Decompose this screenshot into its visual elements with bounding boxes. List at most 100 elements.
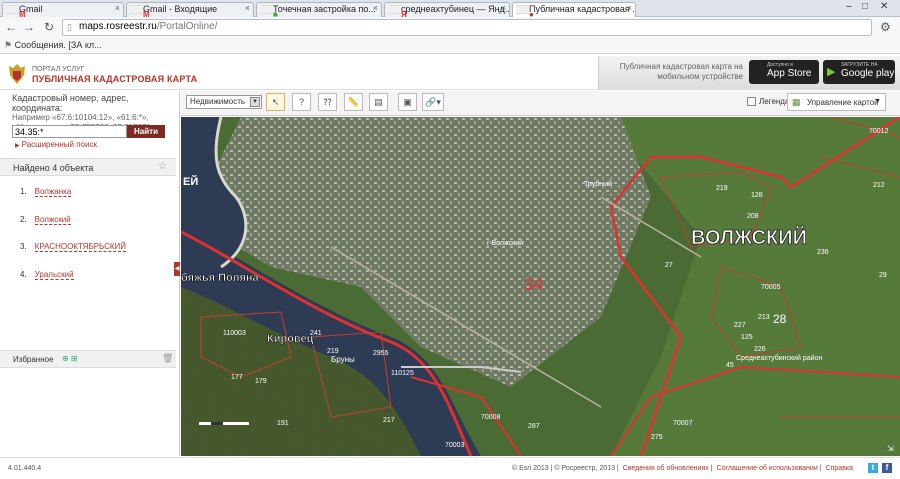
version: 4.01.440.4: [8, 465, 42, 472]
parcel-number: 212: [873, 182, 885, 189]
map-label-kirovets: Кировец: [267, 333, 314, 345]
result-item[interactable]: 1. Волжанка: [20, 187, 72, 197]
result-num: 1.: [20, 187, 27, 196]
browser-tab-kadastr[interactable]: ● Публичная кадастровая ... ×: [512, 2, 636, 17]
map-view[interactable]: ВОЛЖСКИЙ 34 28 бяжья Поляна Кировец Брун…: [181, 117, 900, 456]
parcel-number: 70005: [761, 284, 781, 291]
updates-link[interactable]: Сведения об обновлениях: [623, 465, 709, 472]
site-icon: ■: [260, 5, 278, 17]
browser-tab-gmail-inbox[interactable]: M Gmail - Входящие ×: [126, 2, 254, 17]
advanced-search-link[interactable]: ▶ Расширенный поиск: [15, 140, 97, 149]
parcel-number: 241: [310, 330, 322, 337]
browser-tab-bar: M Gmail × M Gmail - Входящие × ■ Точечна…: [0, 0, 900, 17]
agreement-link[interactable]: Соглашение об использовании: [717, 465, 818, 472]
close-icon[interactable]: ×: [115, 3, 120, 13]
trash-icon[interactable]: 🗑: [162, 353, 173, 364]
map-label-truby: Трубный: [584, 180, 612, 188]
bookmark-icon: ⚑: [4, 40, 15, 50]
facebook-icon[interactable]: f: [882, 463, 892, 473]
parcel-number: 128: [751, 192, 763, 199]
appstore-button[interactable]: Доступно в App Store: [749, 60, 819, 84]
map-label-district: Среднеахтубинский район: [736, 354, 822, 362]
triangle-icon: ▶: [15, 143, 20, 149]
layer-select-value: Недвижимость: [190, 97, 246, 106]
url-host: maps.rosreestr.ru: [79, 21, 157, 32]
result-num: 3.: [20, 242, 27, 251]
result-num: 4.: [20, 270, 27, 279]
select-tool-button[interactable]: ↖: [266, 93, 285, 111]
collapse-panel-handle[interactable]: ◀: [174, 262, 180, 276]
address-bar[interactable]: ▯ maps.rosreestr.ru/PortalOnline/: [62, 19, 872, 36]
minimize-icon[interactable]: –: [846, 1, 852, 12]
link-tool-button[interactable]: 🔗▾: [422, 93, 444, 111]
parcel-number: 27: [665, 262, 673, 269]
layer-select[interactable]: Недвижимость ▼: [186, 95, 262, 109]
legend-checkbox[interactable]: [747, 97, 756, 106]
resize-grip-icon[interactable]: ⇲: [887, 444, 894, 453]
results-header: Найдено 4 объекта: [0, 158, 176, 176]
identify-tool-button[interactable]: ?: [292, 93, 311, 111]
star-icon[interactable]: ☆: [158, 161, 167, 172]
result-link[interactable]: КРАСНООКТЯБРЬСКИЙ: [34, 242, 127, 252]
gplay-label: Google play: [841, 68, 895, 79]
portal-title[interactable]: ПУБЛИЧНАЯ КАДАСТРОВАЯ КАРТА: [32, 74, 197, 84]
parcel-number: 226: [754, 346, 766, 353]
favorites-header: Избранное: [0, 350, 176, 368]
bookmark-item[interactable]: ⚑ Сообщения. [ЗА кл...: [4, 40, 102, 51]
print-tool-button[interactable]: ▤: [369, 93, 388, 111]
result-link[interactable]: Уральский: [34, 270, 74, 280]
reload-icon[interactable]: ↻: [42, 20, 56, 34]
yandex-icon: Я: [388, 5, 407, 17]
satellite-map[interactable]: ВОЛЖСКИЙ 34 28 бяжья Поляна Кировец Брун…: [181, 117, 900, 456]
copyright: © Esri 2013 | © Росреестр, 2013 | Сведен…: [512, 465, 853, 472]
search-hint-title: Кадастровый номер, адрес, координата:: [12, 93, 129, 113]
result-item[interactable]: 4. Уральский: [20, 270, 74, 280]
close-icon[interactable]: ×: [627, 3, 632, 13]
measure-tool-button[interactable]: 📏: [344, 93, 363, 111]
result-num: 2.: [20, 215, 27, 224]
bookmarks-bar: ⚑ Сообщения. [ЗА кл...: [0, 38, 900, 54]
map-label-34: 34: [524, 275, 543, 294]
help-link[interactable]: Справка: [826, 465, 853, 472]
printer-icon: ▤: [374, 97, 383, 107]
browser-tab-zastroika[interactable]: ■ Точечная застройка по... ×: [256, 2, 382, 17]
forward-icon[interactable]: →: [22, 20, 36, 34]
parcel-number: 29: [879, 272, 887, 279]
area-question-icon: ⁇: [323, 97, 332, 107]
back-icon[interactable]: ←: [4, 20, 18, 34]
area-identify-button[interactable]: ⁇: [318, 93, 337, 111]
advanced-search-label: Расширенный поиск: [21, 140, 97, 149]
search-button[interactable]: Найти: [127, 125, 165, 138]
chevron-down-icon: ▼: [874, 98, 881, 105]
browser-tab-gmail[interactable]: M Gmail ×: [2, 2, 124, 17]
googleplay-button[interactable]: ▶ ЗАГРУЗИТЕ НА Google play: [823, 60, 895, 84]
search-input[interactable]: [12, 125, 127, 138]
map-control-dropdown[interactable]: ▦ Управление картой ▼: [787, 93, 886, 111]
browser-tab-yandex[interactable]: Я среднеахтубинец — Янд... ×: [384, 2, 510, 17]
result-link[interactable]: Волжский: [34, 215, 71, 225]
map-label-poliana: бяжья Поляна: [181, 272, 260, 284]
rosreestr-icon: ●: [516, 5, 534, 17]
ruler-icon: 📏: [347, 97, 360, 107]
result-item[interactable]: 3. КРАСНООКТЯБРЬСКИЙ: [20, 242, 127, 252]
parcel-number: 219: [327, 348, 339, 355]
tab-title: среднеахтубинец — Янд...: [401, 4, 510, 14]
wrench-icon[interactable]: ⚙: [880, 20, 891, 34]
legend-label[interactable]: Легенда: [759, 97, 789, 106]
tab-title: Gmail - Входящие: [143, 4, 218, 14]
result-link[interactable]: Волжанка: [34, 187, 72, 197]
page-icon: ▯: [67, 22, 72, 32]
url-path: /PortalOnline/: [156, 21, 218, 32]
twitter-icon[interactable]: t: [868, 463, 878, 473]
favorites-add-icon[interactable]: ⊕ ⊞: [62, 354, 78, 363]
maximize-icon[interactable]: □: [862, 1, 868, 12]
close-icon[interactable]: ×: [245, 3, 250, 13]
bookmark-tool-button[interactable]: ▣: [398, 93, 417, 111]
parcel-number: 70007: [673, 420, 693, 427]
close-window-icon[interactable]: ✕: [880, 1, 888, 12]
close-icon[interactable]: ×: [373, 3, 378, 13]
portal-subtitle: ПОРТАЛ УСЛУГ: [32, 66, 85, 73]
parcel-number: 275: [651, 434, 663, 441]
result-item[interactable]: 2. Волжский: [20, 215, 71, 225]
close-icon[interactable]: ×: [501, 3, 506, 13]
